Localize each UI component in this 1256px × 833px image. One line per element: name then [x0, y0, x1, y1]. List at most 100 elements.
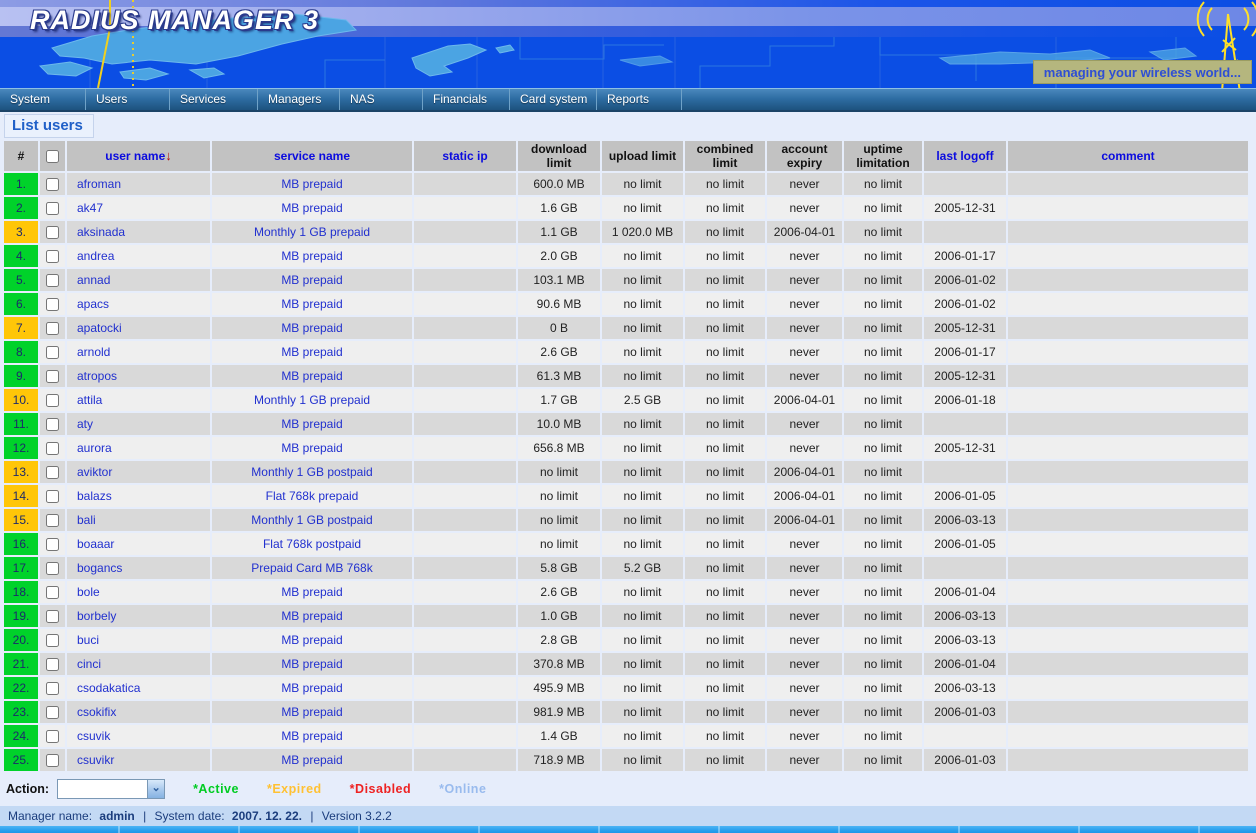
user-link[interactable]: annad	[67, 269, 210, 291]
user-link[interactable]: cinci	[67, 653, 210, 675]
download-limit-cell: 370.8 MB	[518, 653, 600, 675]
row-checkbox[interactable]	[46, 586, 59, 599]
user-link[interactable]: bogancs	[67, 557, 210, 579]
row-checkbox-cell	[40, 413, 65, 435]
menu-item-users[interactable]: Users	[86, 89, 170, 110]
download-limit-cell: 2.0 GB	[518, 245, 600, 267]
uptime-limitation-cell: no limit	[844, 725, 922, 747]
table-row: 16.boaaarFlat 768k postpaidno limitno li…	[4, 533, 1248, 555]
user-link[interactable]: bole	[67, 581, 210, 603]
user-link[interactable]: arnold	[67, 341, 210, 363]
upload-limit-cell: no limit	[602, 653, 683, 675]
uptime-limitation-cell: no limit	[844, 701, 922, 723]
row-checkbox[interactable]	[46, 226, 59, 239]
row-checkbox[interactable]	[46, 706, 59, 719]
action-select[interactable]: ⌄	[57, 779, 165, 799]
uptime-limitation-cell: no limit	[844, 629, 922, 651]
row-checkbox[interactable]	[46, 370, 59, 383]
service-name-cell: MB prepaid	[212, 437, 412, 459]
user-link[interactable]: buci	[67, 629, 210, 651]
menu-item-services[interactable]: Services	[170, 89, 258, 110]
download-limit-cell: 495.9 MB	[518, 677, 600, 699]
row-number-cell: 8.	[4, 341, 38, 363]
column-header-last-logoff[interactable]: last logoff	[924, 141, 1006, 171]
download-limit-cell: 1.7 GB	[518, 389, 600, 411]
row-checkbox[interactable]	[46, 394, 59, 407]
table-row: 22.csodakaticaMB prepaid495.9 MBno limit…	[4, 677, 1248, 699]
user-link[interactable]: attila	[67, 389, 210, 411]
user-link[interactable]: bali	[67, 509, 210, 531]
service-name-cell: MB prepaid	[212, 629, 412, 651]
row-number-cell: 19.	[4, 605, 38, 627]
uptime-limitation-cell: no limit	[844, 293, 922, 315]
row-checkbox[interactable]	[46, 682, 59, 695]
row-checkbox[interactable]	[46, 634, 59, 647]
menu-item-managers[interactable]: Managers	[258, 89, 340, 110]
user-link[interactable]: andrea	[67, 245, 210, 267]
menu-item-system[interactable]: System	[0, 89, 86, 110]
account-expiry-cell: never	[767, 629, 842, 651]
user-link[interactable]: borbely	[67, 605, 210, 627]
user-link[interactable]: aviktor	[67, 461, 210, 483]
menu-item-reports[interactable]: Reports	[597, 89, 682, 110]
row-checkbox[interactable]	[46, 730, 59, 743]
download-limit-cell: 1.6 GB	[518, 197, 600, 219]
uptime-limitation-cell: no limit	[844, 221, 922, 243]
row-checkbox[interactable]	[46, 202, 59, 215]
row-checkbox[interactable]	[46, 250, 59, 263]
column-header-service-name[interactable]: service name	[212, 141, 412, 171]
last-logoff-cell: 2005-12-31	[924, 317, 1006, 339]
row-checkbox[interactable]	[46, 658, 59, 671]
row-checkbox[interactable]	[46, 610, 59, 623]
row-checkbox[interactable]	[46, 346, 59, 359]
combined-limit-cell: no limit	[685, 653, 765, 675]
column-header-comment[interactable]: comment	[1008, 141, 1248, 171]
app-logo: RADIUS MANAGER 3	[30, 5, 319, 36]
user-link[interactable]: ak47	[67, 197, 210, 219]
static-ip-cell	[414, 653, 516, 675]
user-link[interactable]: boaaar	[67, 533, 210, 555]
row-checkbox[interactable]	[46, 562, 59, 575]
column-header-user-name[interactable]: user name↓	[67, 141, 210, 171]
combined-limit-cell: no limit	[685, 365, 765, 387]
user-link[interactable]: apacs	[67, 293, 210, 315]
row-checkbox-cell	[40, 365, 65, 387]
row-checkbox[interactable]	[46, 754, 59, 767]
row-checkbox[interactable]	[46, 178, 59, 191]
menu-item-card-system[interactable]: Card system	[510, 89, 597, 110]
user-link[interactable]: aksinada	[67, 221, 210, 243]
row-checkbox[interactable]	[46, 274, 59, 287]
download-limit-cell: 61.3 MB	[518, 365, 600, 387]
row-checkbox[interactable]	[46, 490, 59, 503]
last-logoff-cell: 2006-03-13	[924, 605, 1006, 627]
user-link[interactable]: balazs	[67, 485, 210, 507]
row-checkbox[interactable]	[46, 298, 59, 311]
user-link[interactable]: csodakatica	[67, 677, 210, 699]
row-checkbox[interactable]	[46, 418, 59, 431]
user-link[interactable]: aurora	[67, 437, 210, 459]
row-checkbox-cell	[40, 581, 65, 603]
chevron-down-icon[interactable]: ⌄	[147, 780, 164, 798]
user-link[interactable]: csokifix	[67, 701, 210, 723]
combined-limit-cell: no limit	[685, 557, 765, 579]
download-limit-cell: 656.8 MB	[518, 437, 600, 459]
row-checkbox[interactable]	[46, 538, 59, 551]
user-link[interactable]: csuvikr	[67, 749, 210, 771]
download-limit-cell: no limit	[518, 533, 600, 555]
menu-item-nas[interactable]: NAS	[340, 89, 423, 110]
service-name-cell: Flat 768k postpaid	[212, 533, 412, 555]
user-link[interactable]: atropos	[67, 365, 210, 387]
download-limit-cell: 0 B	[518, 317, 600, 339]
user-link[interactable]: apatocki	[67, 317, 210, 339]
row-checkbox[interactable]	[46, 322, 59, 335]
select-all-checkbox[interactable]	[46, 150, 59, 163]
menu-item-financials[interactable]: Financials	[423, 89, 510, 110]
row-checkbox-cell	[40, 341, 65, 363]
column-header-static-ip[interactable]: static ip	[414, 141, 516, 171]
row-checkbox[interactable]	[46, 466, 59, 479]
row-checkbox[interactable]	[46, 514, 59, 527]
user-link[interactable]: csuvik	[67, 725, 210, 747]
user-link[interactable]: afroman	[67, 173, 210, 195]
user-link[interactable]: aty	[67, 413, 210, 435]
row-checkbox[interactable]	[46, 442, 59, 455]
